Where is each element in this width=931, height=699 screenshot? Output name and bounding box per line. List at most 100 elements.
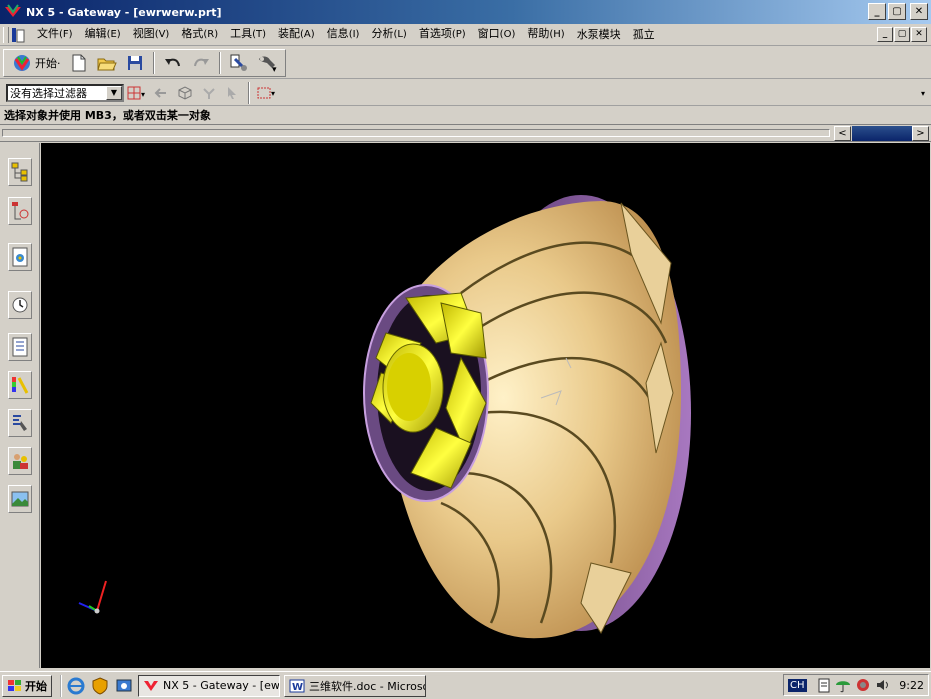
status-track (2, 129, 830, 137)
taskbar-task-nx[interactable]: NX 5 - Gateway - [ewrw... (138, 674, 280, 697)
menu-analysis[interactable]: 分析(L) (365, 23, 412, 46)
doc-minimize-button[interactable]: _ (877, 27, 893, 42)
toolbar-options-icon[interactable]: ▾ (921, 89, 925, 98)
redo-button[interactable] (188, 51, 214, 75)
toolbar-separator (218, 51, 221, 74)
nx-window: NX 5 - Gateway - [ewrwerw.prt] _ ▢ ✕ 文件(… (0, 0, 931, 699)
network-tray-icon[interactable] (855, 677, 871, 693)
doc-restore-button[interactable]: ▢ (894, 27, 910, 42)
clock-icon (12, 297, 28, 313)
show-desktop-icon[interactable] (114, 676, 134, 696)
window-title: NX 5 - Gateway - [ewrwerw.prt] (26, 5, 222, 19)
color-palette-icon (12, 377, 29, 394)
roles-tab[interactable] (8, 447, 32, 475)
undo-button[interactable] (160, 51, 186, 75)
rectangle-select-button[interactable]: ▾ (256, 83, 278, 103)
inspect-info-icon (230, 54, 247, 71)
type-filter-select[interactable]: 没有选择过滤器 ▼ (6, 83, 124, 102)
status-scroll-row: < > (0, 125, 931, 142)
start-application-button[interactable]: 开始· (8, 51, 65, 75)
maximize-button[interactable]: ▢ (888, 3, 906, 20)
menu-window[interactable]: 窗口(O) (472, 23, 522, 46)
select-component-button[interactable] (222, 83, 244, 103)
clipboard-tray-icon[interactable] (817, 677, 831, 693)
new-file-button[interactable] (66, 51, 92, 75)
menu-pump-module[interactable]: 水泵模块 (571, 24, 627, 46)
menu-preferences[interactable]: 首选项(P) (413, 23, 472, 46)
svg-text:W: W (292, 682, 303, 693)
assembly-tree-icon (11, 162, 28, 182)
doc-close-button[interactable]: ✕ (911, 27, 927, 42)
minimize-button[interactable]: _ (868, 3, 886, 20)
select-back-button[interactable] (150, 83, 172, 103)
menu-file[interactable]: 文件(F) (31, 23, 79, 46)
select-body-button[interactable] (174, 83, 196, 103)
svg-text:▾: ▾ (141, 90, 145, 99)
word-document-icon: W (289, 679, 305, 693)
menu-edit[interactable]: 编辑(E) (79, 23, 127, 46)
toolbar-group: 开始· ▾ (3, 48, 286, 77)
list-book-icon (12, 337, 28, 357)
select-feature-button[interactable] (198, 83, 220, 103)
wrench-tool-icon: ▾ (258, 55, 277, 73)
undo-icon (164, 58, 180, 66)
part-navigator-button[interactable] (226, 51, 252, 75)
taskbar-start-button[interactable]: 开始 (2, 674, 52, 697)
cube-icon (178, 85, 192, 100)
windows-taskbar: 开始 NX 5 - Gateway - [ewrw... W 三维软件.doc … (0, 671, 931, 699)
title-bar[interactable]: NX 5 - Gateway - [ewrwerw.prt] _ ▢ ✕ (0, 0, 931, 24)
system-tray: CH 9:22 (783, 674, 929, 696)
menu-isolate[interactable]: 孤立 (627, 24, 661, 46)
user-roles-icon (13, 454, 28, 469)
close-button[interactable]: ✕ (910, 3, 928, 20)
speaker-tray-icon[interactable] (875, 677, 891, 693)
toolbar-separator (152, 51, 155, 74)
tools-button[interactable]: ▾ (254, 51, 280, 75)
standard-toolbar: 开始· ▾ (0, 47, 931, 79)
open-file-button[interactable] (94, 51, 120, 75)
impeller-model-view[interactable] (41, 143, 930, 668)
history-tab[interactable] (8, 291, 32, 319)
part-navigator-tab[interactable] (8, 197, 32, 225)
taskbar-task-word[interactable]: W 三维软件.doc - Microso... (284, 674, 426, 697)
document-icon[interactable] (11, 27, 25, 43)
process-studio-tab[interactable] (8, 409, 32, 437)
graphics-window[interactable] (41, 143, 930, 668)
menu-bar: 文件(F) 编辑(E) 视图(V) 格式(R) 工具(T) 装配(A) 信息(I… (0, 24, 931, 46)
scroll-thumb[interactable] (852, 126, 912, 141)
menu-help[interactable]: 帮助(H) (521, 23, 570, 46)
part-tree-icon (12, 202, 29, 220)
chevron-down-icon[interactable]: ▼ (106, 85, 122, 100)
scroll-left-button[interactable]: < (834, 126, 851, 141)
menu-grip[interactable] (3, 26, 9, 43)
language-indicator[interactable]: CH (788, 678, 807, 692)
arrow-back-icon (154, 87, 166, 98)
redo-icon (193, 58, 209, 66)
pointer-icon (228, 86, 236, 99)
web-browser-tab[interactable] (8, 243, 32, 271)
open-folder-icon (96, 58, 117, 70)
document-window-controls: _ ▢ ✕ (877, 27, 927, 42)
palette-tab[interactable] (8, 371, 32, 399)
system-scenes-tab[interactable] (8, 485, 32, 513)
nx-app-icon (5, 4, 21, 17)
menu-format[interactable]: 格式(R) (175, 23, 224, 46)
save-button[interactable] (122, 51, 148, 75)
security-shield-icon[interactable] (90, 676, 110, 696)
scroll-right-button[interactable]: > (912, 126, 929, 141)
assembly-navigator-tab[interactable] (8, 158, 32, 186)
system-materials-tab[interactable] (8, 333, 32, 361)
new-file-icon (72, 54, 85, 71)
menu-information[interactable]: 信息(I) (321, 23, 366, 46)
snap-point-button[interactable]: ▾ (126, 83, 148, 103)
menu-view[interactable]: 视图(V) (127, 23, 176, 46)
internet-explorer-icon[interactable] (66, 676, 86, 696)
menu-assemblies[interactable]: 装配(A) (272, 23, 321, 46)
landscape-image-icon (11, 491, 29, 507)
feature-tree-icon (203, 87, 215, 99)
nx-start-icon (14, 54, 30, 71)
web-page-icon (12, 247, 28, 267)
menu-tools[interactable]: 工具(T) (224, 23, 272, 46)
cue-line: 选择对象并使用 MB3，或者双击某一对象 (0, 107, 931, 125)
umbrella-tray-icon[interactable] (835, 677, 851, 693)
